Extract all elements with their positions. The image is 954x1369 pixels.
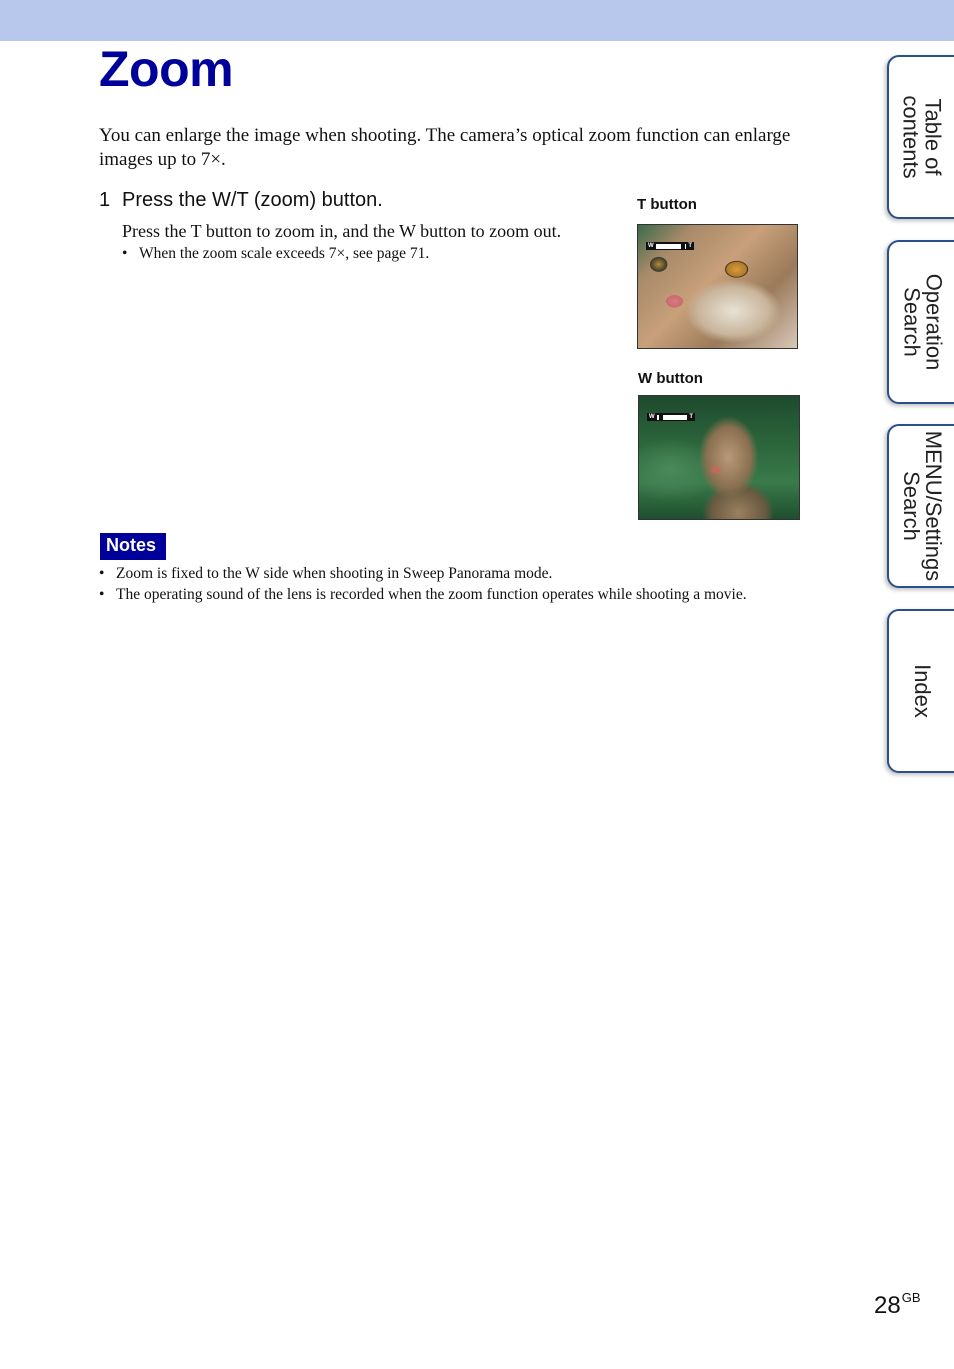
step-title: Press the W/T (zoom) button.: [122, 189, 383, 211]
zoom-knob: [658, 414, 663, 420]
note-item: • Zoom is fixed to the W side when shooti…: [99, 565, 553, 582]
notes-badge: Notes: [100, 533, 166, 560]
tab-label: Table of contents: [899, 95, 947, 179]
figure-label-t-button: T button: [637, 196, 697, 213]
bullet-dot: •: [99, 586, 105, 603]
page-title: Zoom: [99, 41, 234, 97]
step-heading: 1 Press the W/T (zoom) button.: [99, 189, 383, 212]
bullet-dot: •: [122, 245, 128, 262]
note-item: • The operating sound of the lens is reco…: [99, 586, 747, 603]
figure-label-w-button: W button: [638, 370, 703, 387]
zoom-knob: [680, 243, 685, 249]
header-band: [0, 0, 954, 41]
tab-menu-settings-search[interactable]: MENU/Settings Search: [887, 424, 954, 588]
zoom-track: [656, 414, 688, 420]
tab-table-of-contents[interactable]: Table of contents: [887, 55, 954, 219]
tab-operation-search[interactable]: Operation Search: [887, 240, 954, 404]
step-bullet: • When the zoom scale exceeds 7×, see pag…: [122, 245, 430, 262]
zoom-track: [655, 243, 687, 249]
cat-wide-photo: W T: [638, 395, 800, 520]
page-suffix: GB: [901, 1290, 921, 1305]
tab-label: MENU/Settings Search: [899, 430, 947, 582]
zoom-indicator: W T: [646, 242, 694, 250]
cat-close-up-photo: W T: [637, 224, 798, 349]
page-number: 28GB: [874, 1290, 921, 1319]
tab-label: Index: [909, 664, 935, 718]
bullet-dot: •: [99, 565, 105, 582]
tab-index[interactable]: Index: [887, 609, 954, 773]
step-body: Press the T button to zoom in, and the W…: [122, 221, 562, 241]
step-number: 1: [99, 189, 111, 211]
tab-label: Operation Search: [899, 273, 946, 371]
intro-paragraph: You can enlarge the image when shooting.…: [99, 125, 791, 170]
zoom-indicator: W T: [647, 413, 695, 421]
